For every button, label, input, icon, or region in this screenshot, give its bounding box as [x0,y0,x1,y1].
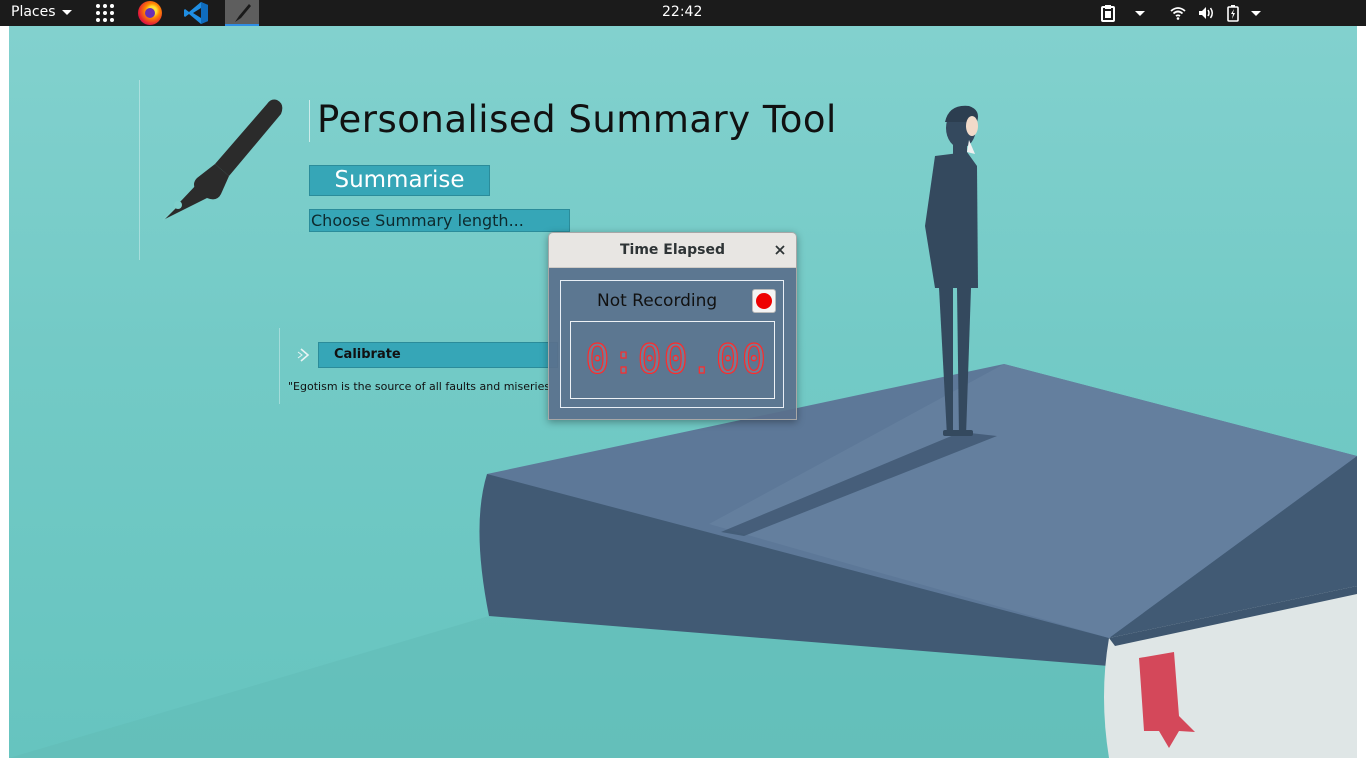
summary-length-select[interactable]: Choose Summary length... [309,209,570,232]
chevron-down-icon [1251,10,1261,16]
calibrate-panel-edge [279,328,280,404]
dialog-title: Time Elapsed [620,242,725,258]
chevron-right-icon[interactable] [294,345,314,365]
system-menu[interactable] [1170,3,1261,23]
app-grid-icon[interactable] [96,4,114,22]
clipboard-icon [1101,4,1115,22]
summarise-button[interactable]: Summarise [309,165,490,196]
app-window-edge [139,80,140,260]
clock[interactable]: 22:42 [662,4,702,20]
firefox-icon[interactable] [138,1,162,25]
recorder-frame: Not Recording 0:00.00 [560,280,784,408]
dialog-titlebar[interactable]: Time Elapsed [549,233,796,268]
quote-text: "Egotism is the source of all faults and… [288,380,549,393]
chevron-down-icon [1135,10,1145,16]
fountain-pen-icon [162,99,283,221]
clipboard-menu[interactable] [1101,3,1145,23]
calibrate-expander[interactable]: Calibrate [318,342,558,368]
recording-status: Not Recording [597,291,718,311]
dialog-body: Not Recording 0:00.00 [549,268,796,419]
timer-display: 0:00.00 [570,321,775,399]
close-icon[interactable] [771,241,789,259]
wifi-icon [1170,7,1186,20]
chevron-down-icon [61,9,72,15]
record-icon [756,293,772,309]
summary-tool-icon[interactable] [225,0,259,26]
timer-digits: 0:00.00 [585,337,768,383]
places-menu[interactable]: Places [11,4,72,20]
record-button[interactable] [752,289,776,313]
battery-icon [1227,4,1239,22]
time-elapsed-dialog: Time Elapsed Not Recording 0:00.00 [548,232,797,420]
volume-icon [1199,7,1213,19]
top-panel: Places 22:42 [0,0,1366,26]
vscode-icon[interactable] [183,1,209,25]
places-label: Places [11,4,56,20]
page-title: Personalised Summary Tool [317,98,837,141]
title-divider [309,100,310,142]
